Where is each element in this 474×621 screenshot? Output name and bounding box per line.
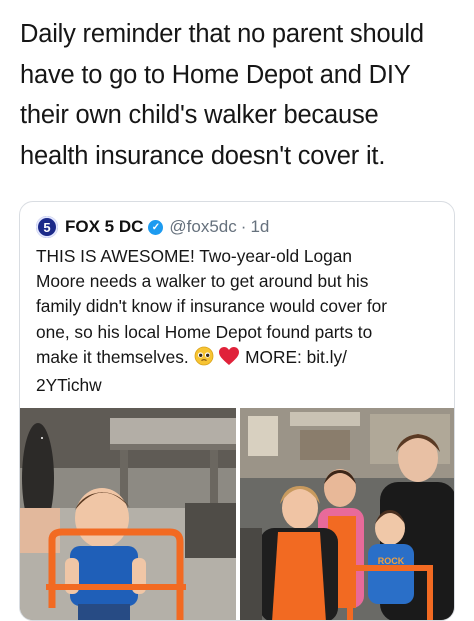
avatar-text: 5 <box>43 219 51 235</box>
tweet-text-segment: MORE: bit.ly/ <box>245 346 347 367</box>
red-heart-icon <box>218 346 240 373</box>
shirt-text: ROCK <box>378 556 405 566</box>
quoted-tweet-card[interactable]: 5 FOX 5 DC ✓ @fox5dc · 1d THIS IS AWESOM… <box>19 201 455 621</box>
tweet-line: family didn't know if insurance would co… <box>36 296 388 317</box>
caption-line: Daily reminder that no parent should <box>20 20 424 48</box>
tweet-text-segment: make it themselves. <box>36 346 189 367</box>
caption-line: their own child's walker because <box>20 101 379 129</box>
tweet-line: THIS IS AWESOME! Two-year-old Logan <box>36 246 352 266</box>
account-name[interactable]: FOX 5 DC <box>65 217 143 237</box>
tweet-header: 5 FOX 5 DC ✓ @fox5dc · 1d <box>36 215 269 239</box>
tweet-line: Moore needs a walker to get around but h… <box>36 271 369 292</box>
caption-line: have to go to Home Depot and DIY <box>20 60 411 89</box>
photo-family-with-staff[interactable]: ROCK <box>240 408 454 620</box>
header-separator: · <box>240 217 247 236</box>
photo-boy-with-walker[interactable] <box>20 408 236 620</box>
tweet-line: make it themselves. MORE: bit.ly/ <box>36 345 438 373</box>
tweet-link[interactable]: 2YTichw <box>36 373 438 398</box>
verified-badge-icon: ✓ <box>148 219 164 235</box>
tweet-text: THIS IS AWESOME! Two-year-old Logan Moor… <box>36 244 438 398</box>
tweet-media: ROCK <box>20 408 454 620</box>
fox5-logo-icon[interactable]: 5 <box>36 216 58 238</box>
tweet-line: one, so his local Home Depot found parts… <box>36 321 373 342</box>
tweet-time[interactable]: 1d <box>250 217 269 237</box>
account-handle[interactable]: @fox5dc <box>169 217 236 237</box>
caption: Daily reminder that no parent should hav… <box>20 14 460 176</box>
pleading-face-icon <box>194 346 214 373</box>
caption-line: health insurance doesn't cover it. <box>20 141 386 170</box>
